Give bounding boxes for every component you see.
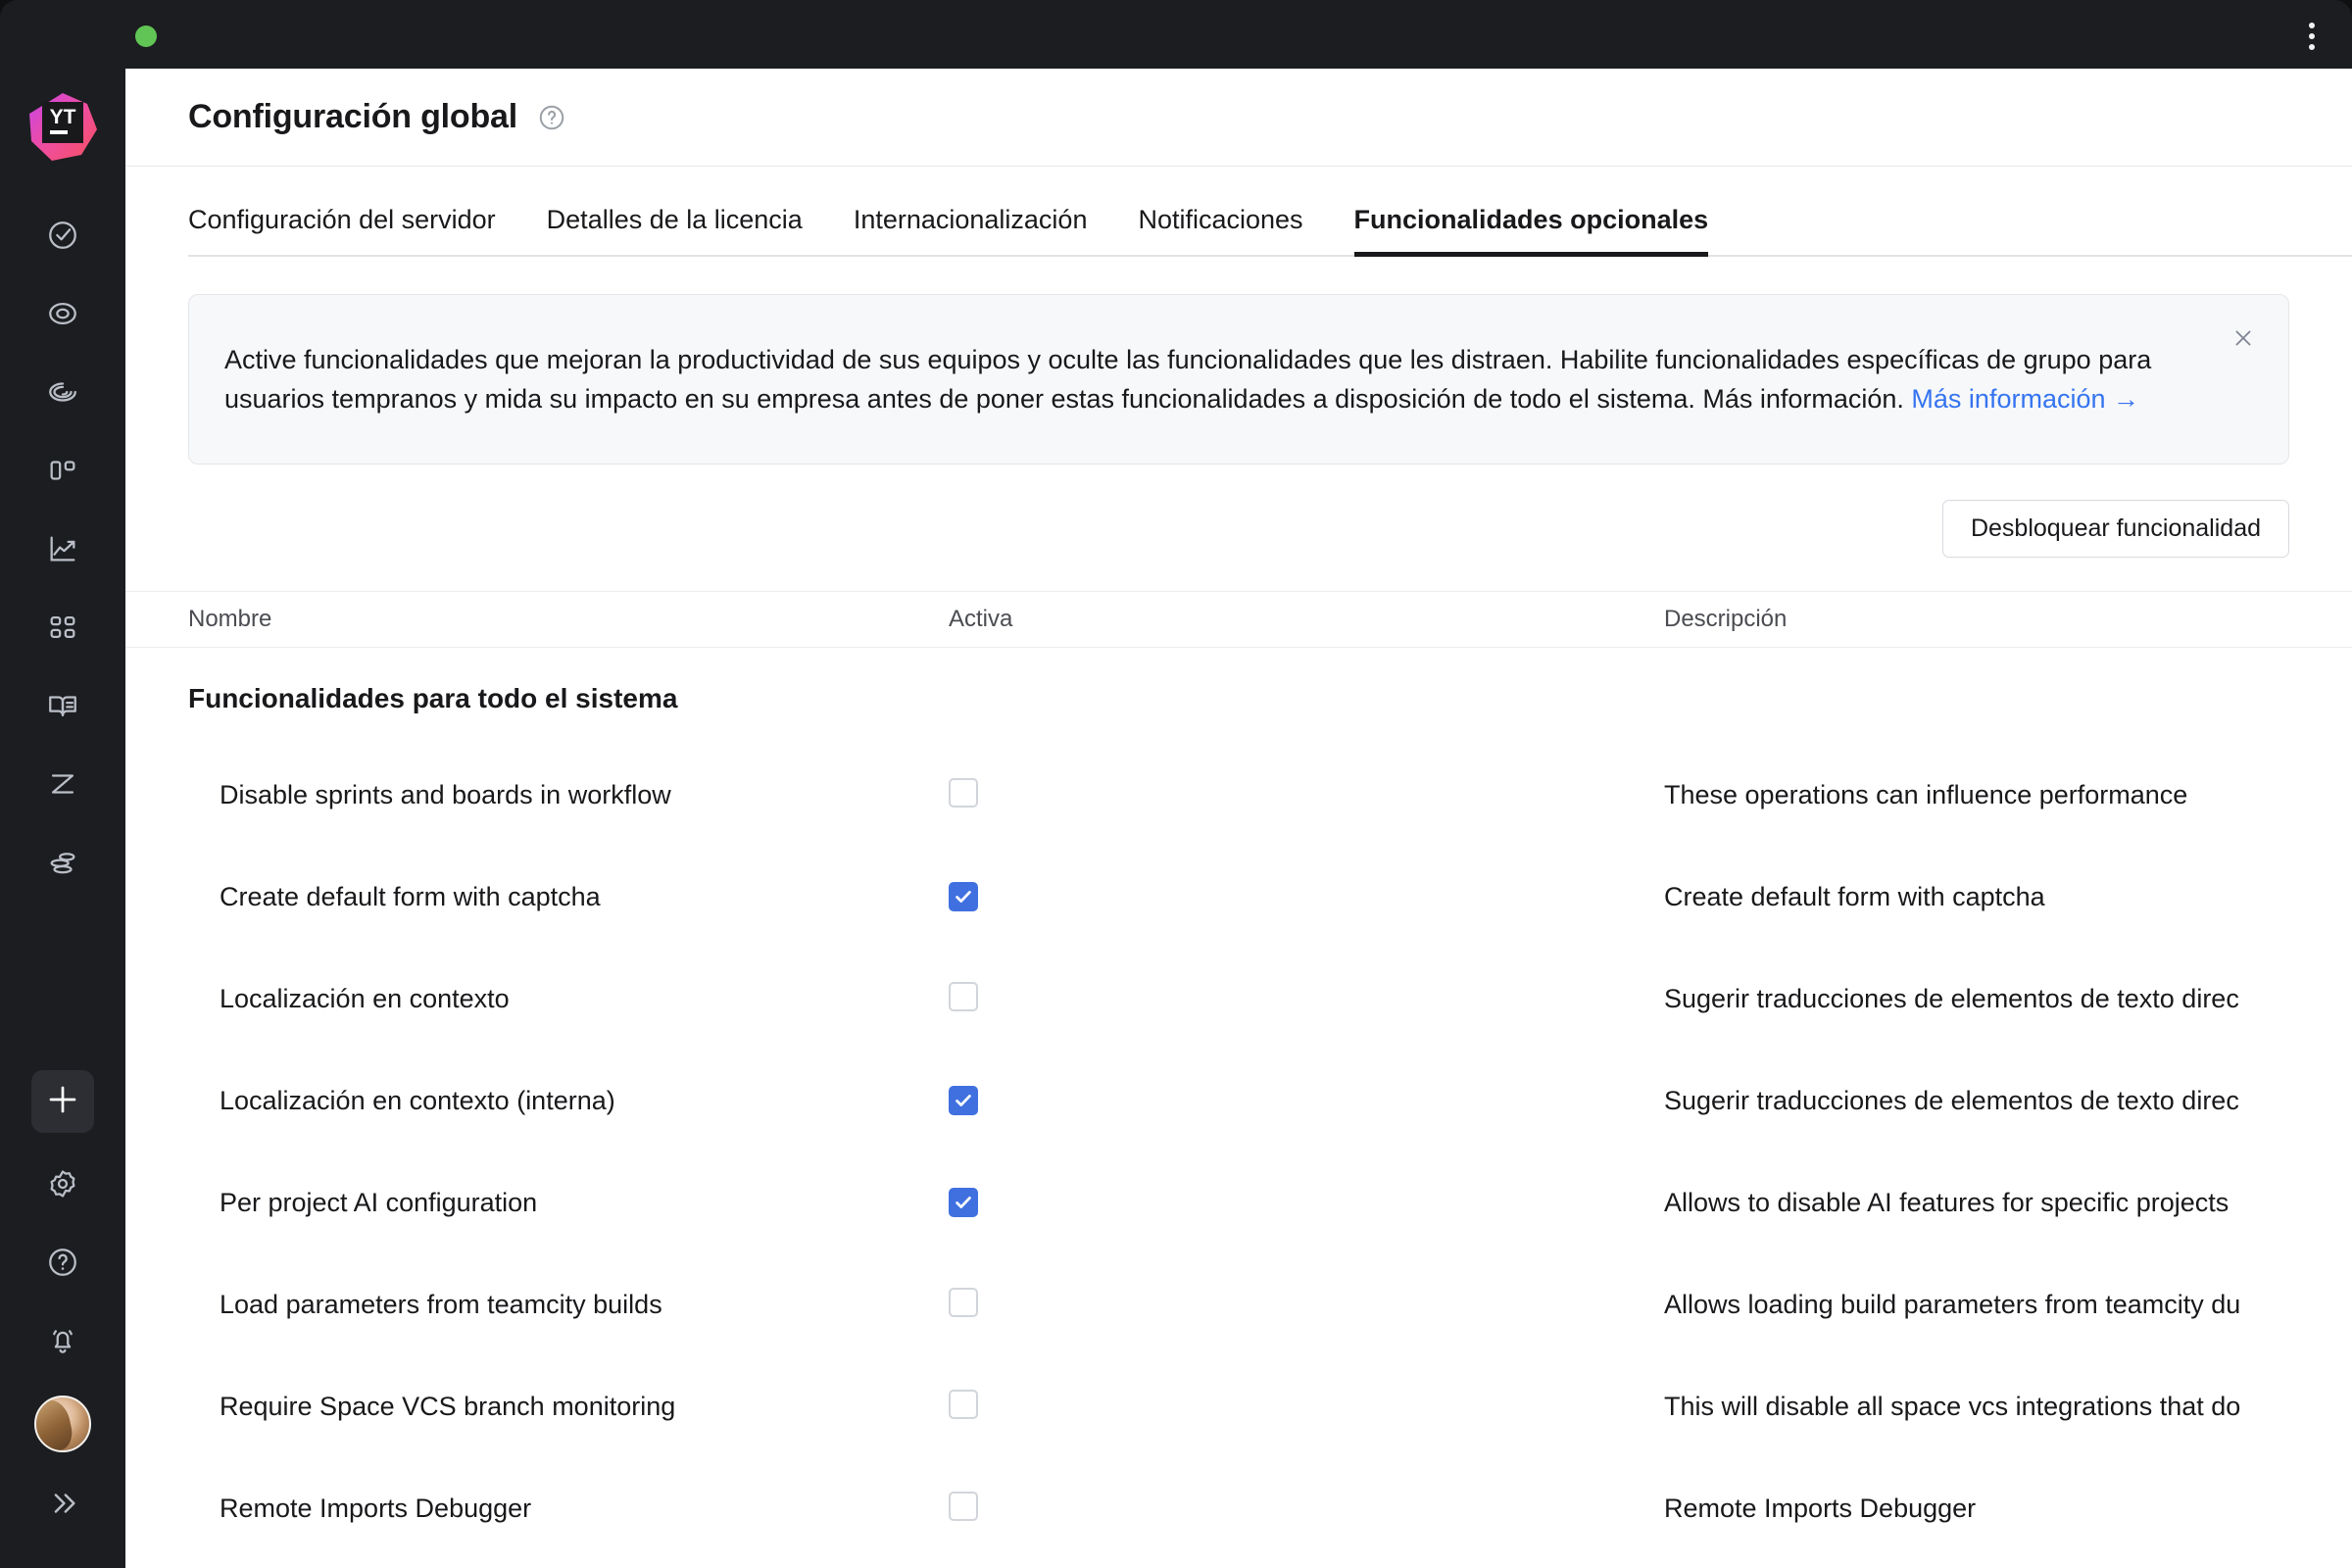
info-banner-body: Active funcionalidades que mejoran la pr…	[224, 345, 2152, 414]
column-header-description: Descripción	[1664, 606, 1788, 632]
spiral-icon	[46, 375, 79, 409]
sidebar-item-apps[interactable]	[31, 596, 94, 659]
knowledge-book-icon	[46, 689, 79, 722]
table-row[interactable]: Localización en contexto Sugerir traducc…	[125, 948, 2352, 1050]
info-banner-wrapper: Active funcionalidades que mejoran la pr…	[125, 257, 2352, 465]
add-new-button[interactable]	[31, 1070, 94, 1133]
question-circle-icon	[46, 1246, 79, 1279]
page-header: Configuración global	[125, 69, 2352, 167]
table-row[interactable]: Localización en contexto (interna) Suger…	[125, 1050, 2352, 1152]
features-table: Nombre Activa Descripción Funcionalidade…	[125, 591, 2352, 1568]
main-content-panel: Configuración global Configuración del s…	[125, 69, 2352, 1568]
feature-description: These operations can influence performan…	[1664, 779, 2188, 809]
unlock-feature-button[interactable]: Desbloquear funcionalidad	[1941, 500, 2289, 558]
sidebar-item-helpdesk[interactable]	[31, 361, 94, 423]
more-info-link[interactable]: Más información →	[1911, 384, 2139, 414]
maximize-window-button[interactable]	[135, 25, 157, 47]
feature-description: Create default form with captcha	[1664, 881, 2045, 911]
close-icon[interactable]	[2222, 317, 2265, 360]
table-header-row: Nombre Activa Descripción	[125, 591, 2352, 648]
feature-name: Remote Imports Debugger	[220, 1493, 532, 1523]
sidebar-item-notifications[interactable]	[31, 1309, 94, 1372]
feature-active-checkbox[interactable]	[949, 1491, 978, 1521]
sidebar-item-boards[interactable]	[31, 439, 94, 502]
svg-text:YT: YT	[50, 106, 76, 128]
feature-name: Localización en contexto	[220, 983, 510, 1013]
sidebar-item-timesheets[interactable]	[31, 753, 94, 815]
feature-description: Sugerir traducciones de elementos de tex…	[1664, 983, 2239, 1013]
table-row[interactable]: Load parameters from teamcity builds All…	[125, 1253, 2352, 1355]
board-columns-icon	[46, 454, 79, 487]
sidebar-item-agiles[interactable]	[31, 282, 94, 345]
feature-description: This will disable all space vcs integrat…	[1664, 1391, 2241, 1421]
hourglass-icon	[46, 767, 79, 801]
feature-description: Sugerir traducciones de elementos de tex…	[1664, 1085, 2239, 1115]
feature-active-checkbox[interactable]	[949, 1187, 978, 1217]
feature-description: Allows loading build parameters from tea…	[1664, 1289, 2241, 1319]
expand-sidebar-button[interactable]	[31, 1472, 94, 1535]
left-navigation-rail: YT	[0, 0, 125, 1568]
trend-chart-icon	[46, 532, 79, 565]
column-header-active: Activa	[949, 606, 1013, 632]
table-row[interactable]: Per project AI configuration Allows to d…	[125, 1152, 2352, 1253]
feature-active-checkbox[interactable]	[949, 1287, 978, 1317]
app-window: YT Configuración global Configuración de…	[0, 0, 2352, 1568]
gear-icon	[46, 1167, 79, 1200]
tab-server-settings[interactable]: Configuración del servidor	[188, 205, 496, 257]
youtrack-logo: YT	[25, 90, 100, 165]
sidebar-item-issues[interactable]	[31, 204, 94, 267]
tab-notifications[interactable]: Notificaciones	[1138, 205, 1302, 257]
feature-name: Create default form with captcha	[220, 881, 601, 911]
user-avatar[interactable]	[34, 1396, 91, 1452]
sidebar-item-knowledge-base[interactable]	[31, 674, 94, 737]
sidebar-item-help[interactable]	[31, 1231, 94, 1294]
page-title: Configuración global	[188, 98, 517, 135]
tab-license-details[interactable]: Detalles de la licencia	[547, 205, 803, 257]
feature-active-checkbox[interactable]	[949, 1389, 978, 1419]
check-circle-icon	[46, 219, 79, 252]
table-group-title: Funcionalidades para todo el sistema	[188, 683, 678, 713]
sidebar-item-reports[interactable]	[31, 517, 94, 580]
feature-name: Load parameters from teamcity builds	[220, 1289, 662, 1319]
table-row[interactable]: Remote Imports Debugger Remote Imports D…	[125, 1457, 2352, 1559]
feature-active-checkbox[interactable]	[949, 1085, 978, 1115]
feature-description: Allows to disable AI features for specif…	[1664, 1187, 2230, 1217]
plus-icon	[45, 1082, 80, 1122]
table-action-row: Desbloquear funcionalidad	[125, 465, 2352, 558]
table-row[interactable]: Require Space VCS branch monitoring This…	[125, 1355, 2352, 1457]
table-row[interactable]: Disable sprints and boards in workflow T…	[125, 744, 2352, 846]
feature-active-checkbox[interactable]	[949, 881, 978, 911]
table-row[interactable]: Editable templates Editable templates	[125, 1559, 2352, 1568]
kebab-menu-icon[interactable]	[2293, 18, 2330, 55]
feature-name: Require Space VCS branch monitoring	[220, 1391, 676, 1421]
window-titlebar	[0, 0, 2352, 69]
chevron-double-right-icon	[46, 1487, 79, 1520]
sidebar-item-settings[interactable]	[31, 1152, 94, 1215]
feature-name: Per project AI configuration	[220, 1187, 538, 1217]
tab-optional-features[interactable]: Funcionalidades opcionales	[1353, 205, 1708, 257]
feature-active-checkbox[interactable]	[949, 777, 978, 808]
info-banner: Active funcionalidades que mejoran la pr…	[188, 294, 2289, 465]
table-row[interactable]: Create default form with captcha Create …	[125, 846, 2352, 948]
feature-name: Disable sprints and boards in workflow	[220, 779, 671, 809]
feature-description: Remote Imports Debugger	[1664, 1493, 1977, 1523]
target-icon	[46, 297, 79, 330]
feature-active-checkbox[interactable]	[949, 981, 978, 1011]
grid-apps-icon	[46, 611, 79, 644]
question-circle-icon[interactable]	[537, 103, 566, 132]
feature-name: Localización en contexto (interna)	[220, 1085, 615, 1115]
sidebar-item-projects[interactable]	[31, 831, 94, 894]
column-header-name: Nombre	[188, 606, 272, 632]
tab-internationalization[interactable]: Internacionalización	[854, 205, 1088, 257]
layers-icon	[46, 846, 79, 879]
info-banner-text: Active funcionalidades que mejoran la pr…	[224, 340, 2190, 418]
bell-icon	[46, 1324, 79, 1357]
settings-tabs: Configuración del servidor Detalles de l…	[125, 167, 2352, 257]
